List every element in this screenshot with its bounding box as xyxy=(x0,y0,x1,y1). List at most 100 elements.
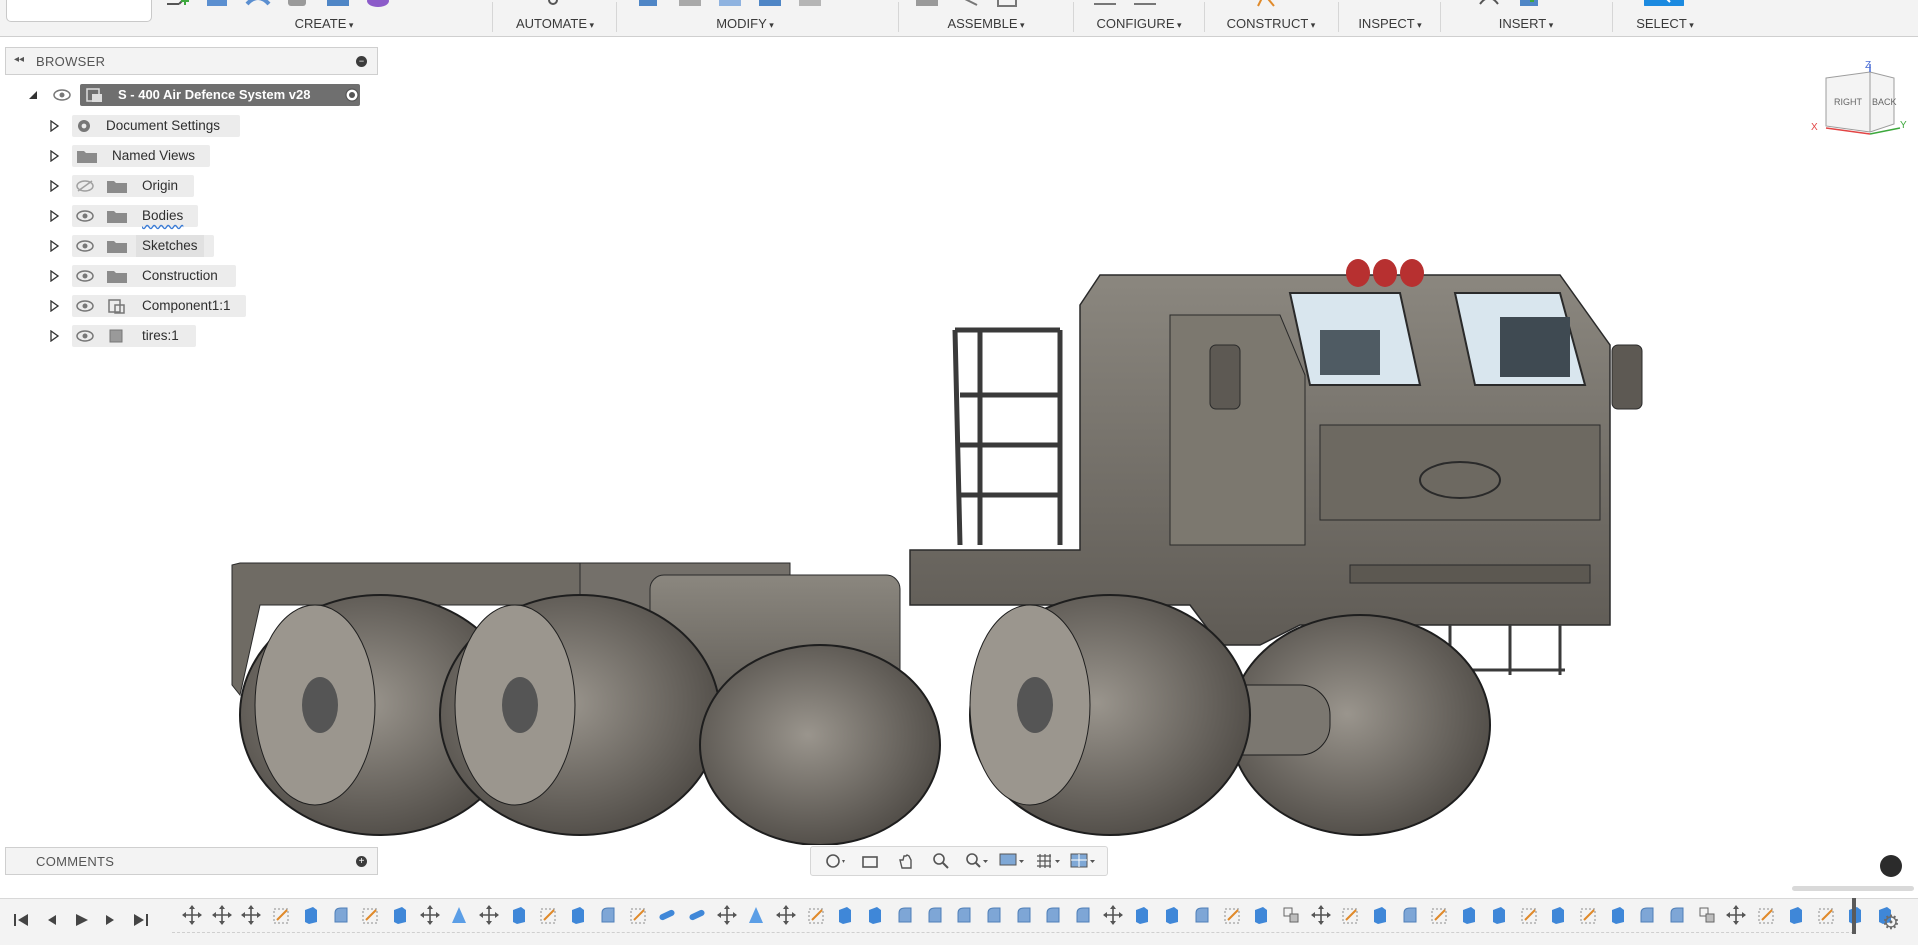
timeline-extrude-icon[interactable] xyxy=(301,904,321,926)
timeline-scrollbar[interactable] xyxy=(1792,886,1914,891)
browser-root-row[interactable]: S - 400 Air Defence System v28 xyxy=(24,83,369,107)
new-component-icon[interactable] xyxy=(914,0,940,8)
timeline-move-icon[interactable] xyxy=(211,904,232,926)
fit-zoom-icon[interactable] xyxy=(964,851,990,871)
collapsed-triangle-icon[interactable] xyxy=(48,240,60,252)
timeline-sketch-icon[interactable] xyxy=(1578,904,1598,926)
create-sketch-icon[interactable] xyxy=(165,0,191,8)
timeline-sketch-icon[interactable] xyxy=(1222,904,1242,926)
revolve-icon[interactable] xyxy=(245,0,271,8)
timeline-extrude-icon[interactable] xyxy=(865,904,885,926)
collapse-browser-icon[interactable]: ◂◂ xyxy=(14,54,24,65)
timeline-move-icon[interactable] xyxy=(241,904,262,926)
configure-table-icon[interactable] xyxy=(1092,0,1118,8)
look-at-icon[interactable] xyxy=(857,851,883,871)
timeline-sketch-icon[interactable] xyxy=(1756,904,1776,926)
collapsed-triangle-icon[interactable] xyxy=(48,330,60,342)
collapsed-triangle-icon[interactable] xyxy=(48,210,60,222)
viewcube-right-face[interactable]: RIGHT xyxy=(1834,97,1862,107)
timeline-fillet-icon[interactable] xyxy=(954,904,974,926)
timeline-sketch-icon[interactable] xyxy=(271,904,291,926)
viewports-icon[interactable] xyxy=(1070,851,1096,871)
step-back-icon[interactable] xyxy=(42,912,60,928)
timeline-fillet-icon[interactable] xyxy=(331,904,351,926)
automate-menu[interactable]: AUTOMATE xyxy=(500,16,610,31)
select-menu[interactable]: SELECT xyxy=(1620,16,1710,31)
timeline-fillet-icon[interactable] xyxy=(1014,904,1034,926)
sweep-icon[interactable] xyxy=(285,0,311,8)
configure-rule-icon[interactable] xyxy=(1132,0,1158,8)
visibility-eye-icon[interactable] xyxy=(75,299,95,313)
form-icon[interactable] xyxy=(365,0,391,8)
timeline-fillet-icon[interactable] xyxy=(1073,904,1093,926)
timeline-move-icon[interactable] xyxy=(479,904,499,926)
modify-menu[interactable]: MODIFY xyxy=(615,16,875,31)
chamfer-icon[interactable] xyxy=(717,0,743,8)
press-pull-icon[interactable] xyxy=(637,0,663,8)
draft-icon[interactable] xyxy=(797,0,823,8)
extrude-icon[interactable] xyxy=(205,0,231,8)
timeline-hole-icon[interactable] xyxy=(687,904,707,926)
zoom-icon[interactable] xyxy=(928,851,954,871)
collapsed-triangle-icon[interactable] xyxy=(48,300,60,312)
viewcube[interactable]: RIGHT BACK Z X Y xyxy=(1808,60,1908,144)
play-icon[interactable] xyxy=(72,912,90,928)
timeline-sketch-icon[interactable] xyxy=(1429,904,1449,926)
insert-menu[interactable]: INSERT xyxy=(1446,16,1606,31)
timeline-extrude-icon[interactable] xyxy=(835,904,855,926)
minimize-browser-button[interactable]: − xyxy=(356,56,367,67)
timeline-sketch-icon[interactable] xyxy=(538,904,558,926)
joint-icon[interactable] xyxy=(954,0,980,8)
timeline-sketch-icon[interactable] xyxy=(1340,904,1360,926)
timeline-move-icon[interactable] xyxy=(182,904,202,926)
timeline-fillet-icon[interactable] xyxy=(984,904,1004,926)
configure-menu[interactable]: CONFIGURE xyxy=(1080,16,1198,31)
browser-item-bodies[interactable]: Bodies xyxy=(46,204,306,228)
visibility-eye-icon[interactable] xyxy=(75,209,95,223)
collapsed-triangle-icon[interactable] xyxy=(48,270,60,282)
timeline-joint-icon[interactable] xyxy=(1281,904,1301,926)
timeline-move-icon[interactable] xyxy=(1726,904,1747,926)
timeline-fillet-icon[interactable] xyxy=(1637,904,1657,926)
timeline-sketch-icon[interactable] xyxy=(360,904,380,926)
timeline-fillet-icon[interactable] xyxy=(1043,904,1063,926)
timeline-extrude-icon[interactable] xyxy=(1132,904,1152,926)
grid-snaps-icon[interactable] xyxy=(1035,851,1061,871)
step-forward-icon[interactable] xyxy=(102,912,120,928)
timeline-extrude-icon[interactable] xyxy=(1459,904,1479,926)
automate-icon[interactable] xyxy=(546,0,560,8)
go-to-start-icon[interactable] xyxy=(12,912,30,928)
timeline-move-icon[interactable] xyxy=(776,904,796,926)
timeline-move-icon[interactable] xyxy=(419,904,440,926)
truck-model-viewport[interactable] xyxy=(220,245,1660,845)
timeline-draft-icon[interactable] xyxy=(449,904,469,926)
timeline-move-icon[interactable] xyxy=(1310,904,1331,926)
as-built-joint-icon[interactable] xyxy=(994,0,1020,8)
visibility-eye-icon[interactable] xyxy=(75,329,95,343)
timeline-fillet-icon[interactable] xyxy=(1192,904,1212,926)
expanded-triangle-icon[interactable] xyxy=(27,89,39,101)
timeline-extrude-icon[interactable] xyxy=(1786,904,1806,926)
browser-item-origin[interactable]: Origin xyxy=(46,174,306,198)
browser-item-document-settings[interactable]: Document Settings xyxy=(46,114,306,138)
timeline-fillet-icon[interactable] xyxy=(598,904,618,926)
timeline-extrude-icon[interactable] xyxy=(390,904,410,926)
timeline-sketch-icon[interactable] xyxy=(806,904,826,926)
select-arrow-icon[interactable] xyxy=(1644,0,1684,8)
timeline-fillet-icon[interactable] xyxy=(1400,904,1420,926)
timeline-draft-icon[interactable] xyxy=(746,904,766,926)
viewcube-back-face[interactable]: BACK xyxy=(1872,97,1897,107)
timeline-extrude-icon[interactable] xyxy=(509,904,529,926)
workspace-switcher[interactable] xyxy=(6,0,152,22)
timeline-settings-gear-icon[interactable]: ⚙ xyxy=(1882,910,1900,935)
activate-radio-icon[interactable] xyxy=(344,88,364,102)
visibility-eye-icon[interactable] xyxy=(52,88,72,102)
insert-mesh-icon[interactable] xyxy=(1516,0,1542,8)
timeline-fillet-icon[interactable] xyxy=(925,904,945,926)
go-to-end-icon[interactable] xyxy=(132,912,150,928)
timeline-marker[interactable] xyxy=(1852,898,1856,934)
timeline-extrude-icon[interactable] xyxy=(1162,904,1182,926)
add-comment-button[interactable]: + xyxy=(356,856,367,867)
timeline-sketch-icon[interactable] xyxy=(1816,904,1836,926)
collapsed-triangle-icon[interactable] xyxy=(48,120,60,132)
